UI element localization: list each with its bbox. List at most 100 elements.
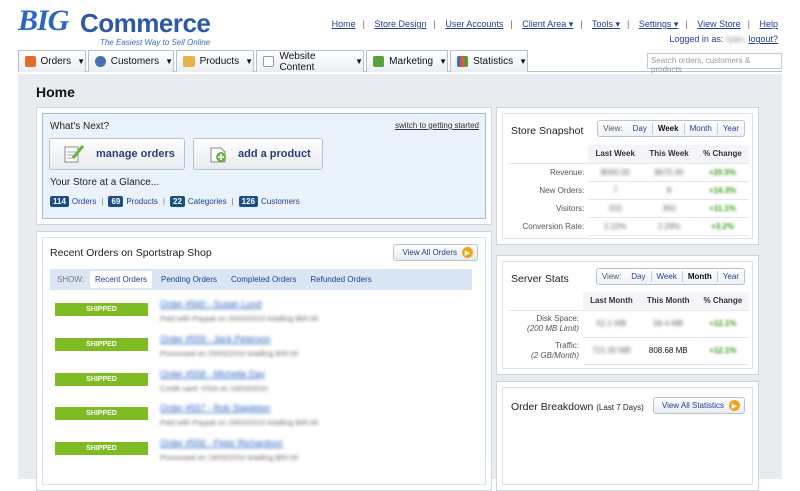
order-breakdown-heading: Order Breakdown (Last 7 Days) [511, 401, 644, 413]
store-at-glance-heading: Your Store at a Glance... [50, 177, 160, 188]
show-label: SHOW: [57, 275, 84, 284]
switch-to-getting-started-link[interactable]: switch to getting started [395, 121, 479, 130]
logout-link[interactable]: logout? [748, 34, 778, 44]
header: BIG Commerce The Easiest Way to Sell Onl… [0, 0, 800, 50]
chevron-down-icon: ▼ [439, 57, 447, 66]
cell-this: 808.68 MB [639, 337, 697, 365]
tab-marketing[interactable]: Marketing ▼ [366, 50, 448, 72]
period-week[interactable]: Week [653, 124, 684, 133]
order-detail: Processed on 18/03/2010 totalling $50.00 [160, 453, 299, 462]
filter-recent-orders[interactable]: Recent Orders [89, 271, 152, 288]
view-all-statistics-button[interactable]: View All Statistics ▶ [652, 397, 745, 414]
categories-count-link[interactable]: Categories [188, 197, 227, 206]
cell-this: 350 [642, 199, 696, 218]
recent-orders-heading: Recent Orders on Sportstrap Shop [50, 247, 212, 259]
tab-orders[interactable]: Orders ▼ [18, 50, 86, 72]
order-link[interactable]: Order #556 - Peter Richardson [160, 438, 283, 448]
link-user-accounts[interactable]: User Accounts [445, 19, 503, 29]
chevron-down-icon: ▼ [245, 57, 253, 66]
cell-change: +20.5% [695, 163, 749, 182]
link-settings[interactable]: Settings ▾ [639, 19, 679, 29]
order-filter-bar: SHOW: Recent Orders Pending Orders Compl… [50, 269, 472, 290]
add-product-label: add a product [238, 148, 311, 160]
customers-count-link[interactable]: Customers [261, 197, 300, 206]
link-help[interactable]: Help [759, 19, 778, 29]
period-day[interactable]: Day [628, 124, 652, 133]
link-home[interactable]: Home [332, 19, 356, 29]
server-stats-box: Server Stats View: Day Week Month Year L… [502, 261, 753, 369]
server-stats-panel: Server Stats View: Day Week Month Year L… [496, 255, 759, 375]
products-icon [183, 56, 195, 67]
table-row: Revenue: $560.00 $675.00 +20.5% [509, 163, 749, 182]
row-label: Traffic: (2 GB/Month) [509, 337, 583, 364]
tab-website-content[interactable]: Website Content ▼ [256, 50, 364, 73]
products-count-badge: 69 [108, 196, 124, 207]
store-snapshot-panel: Store Snapshot View: Day Week Month Year… [496, 107, 759, 245]
period-week[interactable]: Week [652, 272, 682, 281]
chevron-down-icon: ▼ [355, 57, 363, 66]
col-last-week: Last Week [588, 145, 643, 164]
server-stats-heading: Server Stats [511, 273, 569, 285]
order-row: SHIPPED Order #559 - Jack Peterson Proce… [50, 331, 470, 365]
filter-completed-orders[interactable]: Completed Orders [226, 271, 301, 288]
logged-in-user: ryan, [725, 34, 746, 44]
link-view-store[interactable]: View Store [697, 19, 740, 29]
cell-change: +12.1% [696, 310, 749, 338]
view-all-orders-button[interactable]: View All Orders ▶ [393, 244, 478, 261]
add-product-icon [210, 147, 226, 163]
marketing-icon [373, 56, 385, 67]
customers-icon [95, 56, 106, 67]
link-tools[interactable]: Tools ▾ [592, 19, 620, 29]
order-row: SHIPPED Order #558 - Michelle Day Credit… [50, 366, 470, 400]
order-detail: Credit card: VISA on 19/03/2010 [160, 384, 268, 393]
login-status: Logged in as: ryan, logout? [669, 34, 778, 44]
period-month[interactable]: Month [683, 272, 717, 281]
filter-pending-orders[interactable]: Pending Orders [156, 271, 222, 288]
order-link[interactable]: Order #560 - Susan Lund [160, 299, 262, 309]
tab-statistics-label: Statistics [473, 56, 514, 67]
tab-statistics[interactable]: Statistics ▼ [450, 50, 528, 72]
period-year[interactable]: Year [718, 272, 744, 281]
period-year[interactable]: Year [718, 124, 744, 133]
main-content: Home What's Next? switch to getting star… [18, 74, 782, 491]
chart-icon [457, 56, 469, 67]
status-badge: SHIPPED [55, 442, 148, 455]
whats-next-heading: What's Next? [50, 121, 110, 132]
server-period-selector: View: Day Week Month Year [595, 268, 745, 285]
filter-refunded-orders[interactable]: Refunded Orders [305, 271, 376, 288]
orders-count-link[interactable]: Orders [72, 197, 96, 206]
tab-customers[interactable]: Customers ▼ [88, 50, 174, 72]
cell-last: 2.22% [588, 217, 643, 236]
order-link[interactable]: Order #559 - Jack Peterson [160, 334, 271, 344]
cell-this: 58.4 MB [639, 310, 697, 338]
products-count-link[interactable]: Products [126, 197, 158, 206]
arrow-right-icon: ▶ [462, 247, 473, 258]
order-link[interactable]: Order #557 - Rob Stapleton [160, 403, 271, 413]
tab-marketing-label: Marketing [389, 56, 434, 67]
tab-website-content-label: Website Content [279, 50, 316, 73]
manage-orders-button[interactable]: manage orders [49, 138, 185, 170]
period-month[interactable]: Month [685, 124, 717, 133]
period-day[interactable]: Day [626, 272, 650, 281]
tab-products-label: Products [199, 56, 240, 67]
order-link[interactable]: Order #558 - Michelle Day [160, 369, 265, 379]
add-product-button[interactable]: add a product [193, 138, 323, 170]
row-sublabel: (200 MB Limit) [526, 323, 579, 333]
status-badge: SHIPPED [55, 373, 148, 386]
col-change: % Change [696, 292, 749, 311]
row-label: New Orders: [539, 185, 585, 195]
categories-count-badge: 22 [170, 196, 185, 207]
cell-change: +11.1% [695, 199, 749, 218]
link-client-area[interactable]: Client Area ▾ [522, 19, 573, 29]
tab-products[interactable]: Products ▼ [176, 50, 254, 72]
search-input[interactable]: Search orders, customers & products [647, 53, 782, 74]
tab-customers-label: Customers [110, 56, 160, 67]
cell-last: 721.30 MB [583, 337, 640, 365]
link-store-design[interactable]: Store Design [374, 19, 426, 29]
order-detail: Paid with Paypal on 20/03/2010 totalling… [160, 314, 319, 323]
chevron-down-icon: ▼ [519, 57, 527, 66]
arrow-right-icon: ▶ [729, 400, 740, 411]
recent-orders-box: Recent Orders on Sportstrap Shop View Al… [42, 237, 486, 485]
order-detail: Paid with Paypal on 19/03/2010 totalling… [160, 418, 319, 427]
bigcommerce-logo[interactable]: BIG Commerce The Easiest Way to Sell Onl… [18, 4, 213, 47]
